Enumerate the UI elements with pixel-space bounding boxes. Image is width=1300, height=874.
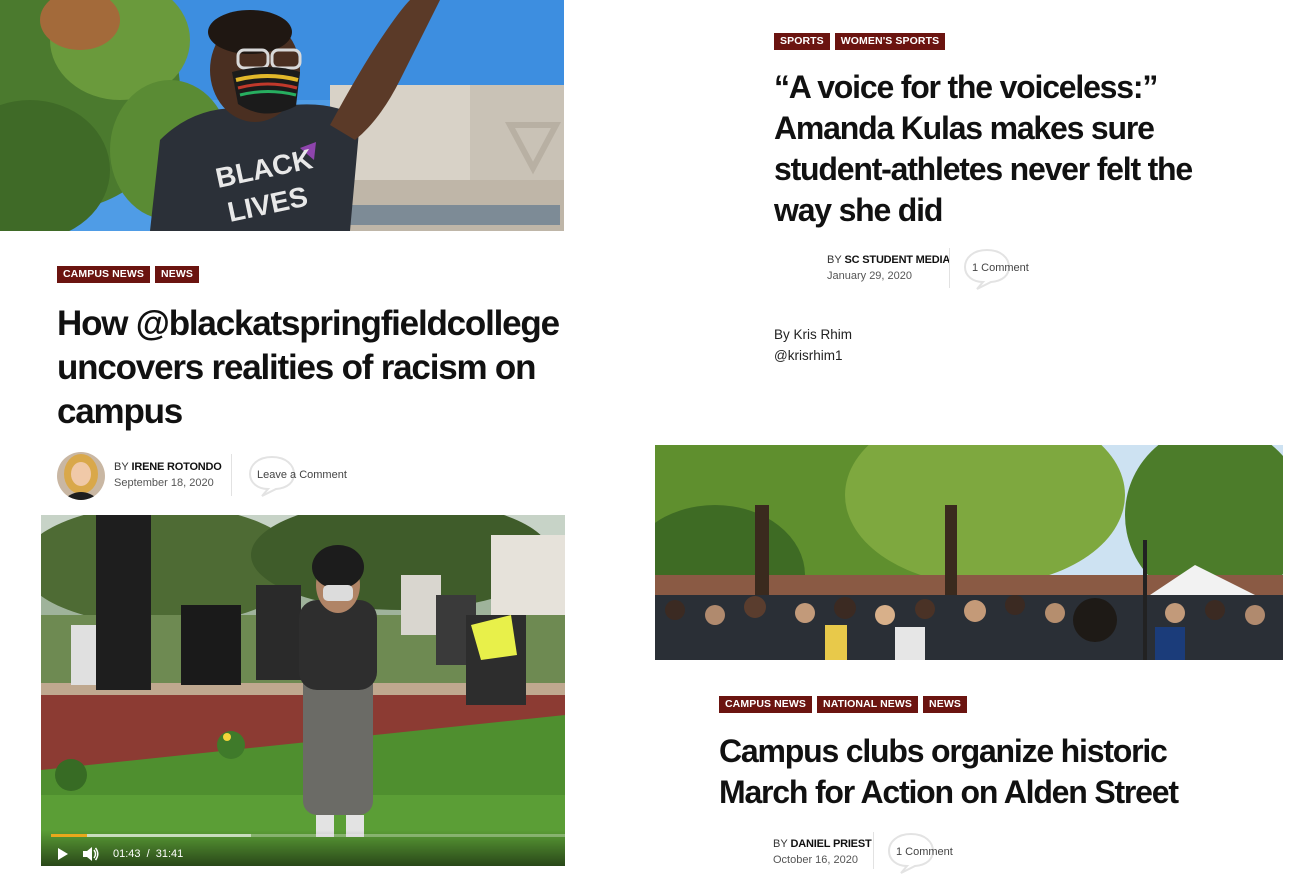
article-1-title-line-3: campus: [57, 392, 183, 431]
article-3-title[interactable]: Campus clubs organize historic March for…: [719, 731, 1279, 813]
protester-photo: BLACK LIVES: [0, 0, 564, 231]
article-3-title-line-1: Campus clubs organize historic: [719, 733, 1168, 769]
article-2-comment-link[interactable]: 1 Comment: [963, 248, 1053, 290]
publish-date: September 18, 2020: [114, 477, 214, 489]
byline-divider: [873, 832, 874, 869]
byline-prefix: BY: [114, 461, 129, 473]
article-3-comment-link[interactable]: 1 Comment: [887, 832, 977, 874]
author-name[interactable]: DANIEL PRIEST: [791, 838, 872, 850]
article-1-comment-link[interactable]: Leave a Comment: [248, 455, 358, 497]
video-time-current: 01:43: [113, 848, 141, 860]
article-1-title-line-1: How @blackatspringfieldcollege: [57, 304, 560, 343]
author-photo: [57, 452, 105, 500]
byline-divider: [949, 248, 950, 288]
article-2-title-line-2: Amanda Kulas makes sure: [774, 110, 1155, 146]
article-3-hero-image[interactable]: [655, 445, 1283, 660]
video-progress-track[interactable]: [51, 834, 565, 837]
article-1-title[interactable]: How @blackatspringfieldcollege uncovers …: [57, 302, 577, 434]
article-1-hero-image[interactable]: BLACK LIVES: [0, 0, 564, 231]
author-name[interactable]: IRENE ROTONDO: [132, 461, 222, 473]
tag-news[interactable]: NEWS: [923, 696, 967, 713]
article-2-tags: SPORTS WOMEN'S SPORTS: [774, 33, 946, 50]
article-3-byline: BY DANIEL PRIEST October 16, 2020: [773, 838, 872, 866]
volume-icon[interactable]: [83, 847, 99, 861]
tag-news[interactable]: NEWS: [155, 266, 199, 283]
tag-campus-news[interactable]: CAMPUS NEWS: [719, 696, 813, 713]
video-controls: 01:43 / 31:41: [41, 830, 565, 866]
article-2-title[interactable]: “A voice for the voiceless:” Amanda Kula…: [774, 67, 1274, 231]
article-2-body: By Kris Rhim @krisrhim1: [774, 324, 852, 366]
article-1-tags: CAMPUS NEWS NEWS: [57, 266, 199, 283]
video-time-separator: /: [146, 848, 150, 860]
article-2-title-line-1: “A voice for the voiceless:”: [774, 69, 1158, 105]
byline-prefix: BY: [773, 838, 788, 850]
comment-label: 1 Comment: [896, 846, 953, 858]
march-photo: [655, 445, 1283, 660]
article-2-title-line-4: way she did: [774, 192, 943, 228]
article-2-byline: BY SC STUDENT MEDIA January 29, 2020: [827, 254, 950, 282]
publish-date: October 16, 2020: [773, 854, 859, 866]
byline-divider: [231, 454, 232, 496]
article-2-author-handle[interactable]: @krisrhim1: [774, 345, 852, 366]
video-frame: [41, 515, 565, 866]
publish-date: January 29, 2020: [827, 270, 913, 282]
byline-prefix: BY: [827, 254, 842, 266]
article-1-title-line-2: uncovers realities of racism on: [57, 348, 536, 387]
tag-womens-sports[interactable]: WOMEN'S SPORTS: [834, 33, 946, 50]
article-2-author-credit: By Kris Rhim: [774, 327, 853, 342]
author-name[interactable]: SC STUDENT MEDIA: [845, 254, 951, 266]
video-time: 01:43 / 31:41: [113, 848, 183, 860]
comment-label: 1 Comment: [972, 262, 1029, 274]
comment-label: Leave a Comment: [257, 469, 347, 481]
article-3-tags: CAMPUS NEWS NATIONAL NEWS NEWS: [719, 696, 967, 713]
tag-campus-news[interactable]: CAMPUS NEWS: [57, 266, 151, 283]
article-3-title-line-2: March for Action on Alden Street: [719, 774, 1179, 810]
video-time-total: 31:41: [155, 848, 184, 860]
play-icon[interactable]: [57, 848, 69, 860]
author-avatar[interactable]: [57, 452, 105, 500]
article-2-title-line-3: student-athletes never felt the: [774, 151, 1193, 187]
tag-sports[interactable]: SPORTS: [774, 33, 830, 50]
video-player[interactable]: 01:43 / 31:41: [41, 515, 565, 866]
article-1-byline: BY IRENE ROTONDO September 18, 2020: [114, 461, 222, 489]
video-progress-bar: [51, 834, 87, 837]
tag-national-news[interactable]: NATIONAL NEWS: [817, 696, 919, 713]
